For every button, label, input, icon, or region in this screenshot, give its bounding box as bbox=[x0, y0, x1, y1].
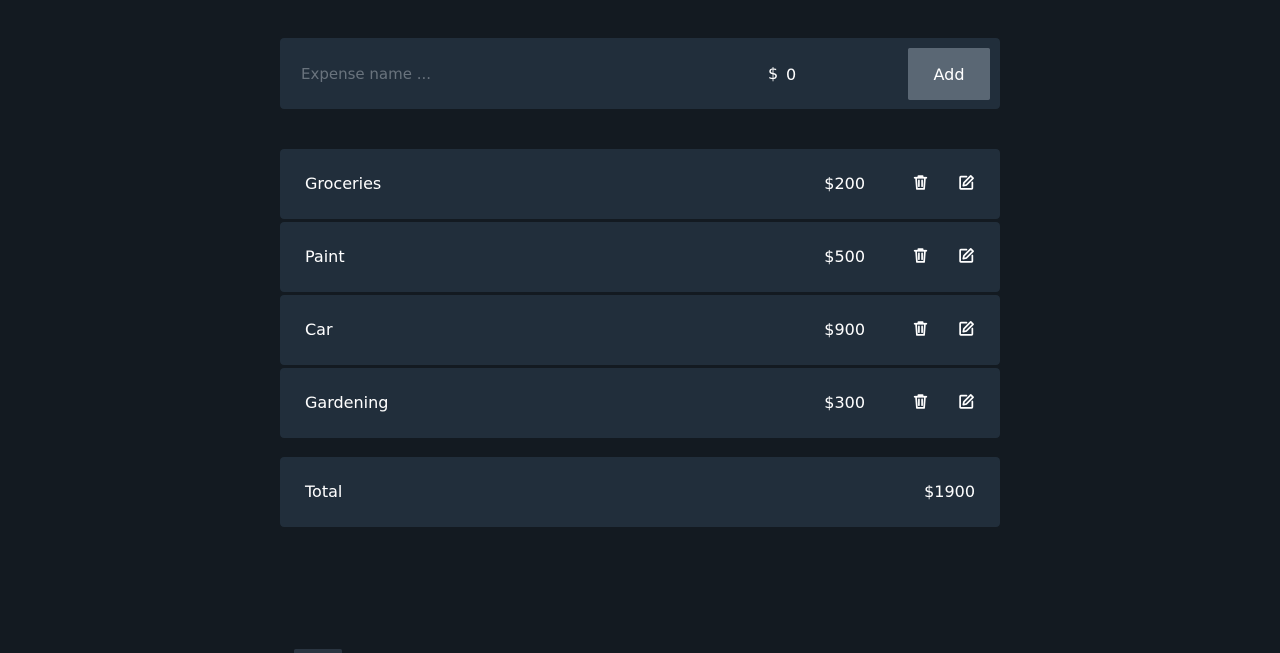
edit-button[interactable] bbox=[956, 318, 976, 338]
total-value: $1900 bbox=[924, 482, 975, 501]
expense-list: Groceries $200 Paint $500 Car $900 Garde… bbox=[280, 149, 1000, 441]
delete-button[interactable] bbox=[910, 172, 930, 192]
total-label: Total bbox=[305, 482, 343, 501]
expense-amount: $200 bbox=[824, 174, 865, 193]
expense-amount: $900 bbox=[824, 320, 865, 339]
expense-app: $ Add Groceries $200 Paint $500 bbox=[280, 38, 1000, 527]
edit-icon bbox=[958, 247, 974, 263]
expense-name-input[interactable] bbox=[280, 38, 750, 109]
trash-icon bbox=[913, 247, 927, 263]
delete-button[interactable] bbox=[910, 391, 930, 411]
expense-row: Groceries $200 bbox=[280, 149, 1000, 219]
delete-button[interactable] bbox=[910, 318, 930, 338]
expense-row: Paint $500 bbox=[280, 222, 1000, 292]
expense-row: Gardening $300 bbox=[280, 368, 1000, 438]
edit-button[interactable] bbox=[956, 391, 976, 411]
trash-icon bbox=[913, 320, 927, 336]
expense-amount: $300 bbox=[824, 393, 865, 412]
edit-icon bbox=[958, 174, 974, 190]
edit-button[interactable] bbox=[956, 172, 976, 192]
expense-name: Paint bbox=[305, 247, 345, 266]
edit-icon bbox=[958, 320, 974, 336]
expense-name: Gardening bbox=[305, 393, 389, 412]
expense-row: Car $900 bbox=[280, 295, 1000, 365]
edit-icon bbox=[958, 393, 974, 409]
total-bar: Total $1900 bbox=[280, 457, 1000, 527]
expense-name: Groceries bbox=[305, 174, 382, 193]
expense-amount-input[interactable] bbox=[784, 60, 884, 88]
expense-name: Car bbox=[305, 320, 333, 339]
delete-button[interactable] bbox=[910, 245, 930, 265]
trash-icon bbox=[913, 174, 927, 190]
scroll-indicator bbox=[294, 649, 342, 653]
add-button[interactable]: Add bbox=[908, 48, 990, 100]
currency-symbol: $ bbox=[768, 64, 779, 83]
add-expense-form: $ Add bbox=[280, 38, 1000, 109]
expense-amount: $500 bbox=[824, 247, 865, 266]
trash-icon bbox=[913, 393, 927, 409]
edit-button[interactable] bbox=[956, 245, 976, 265]
